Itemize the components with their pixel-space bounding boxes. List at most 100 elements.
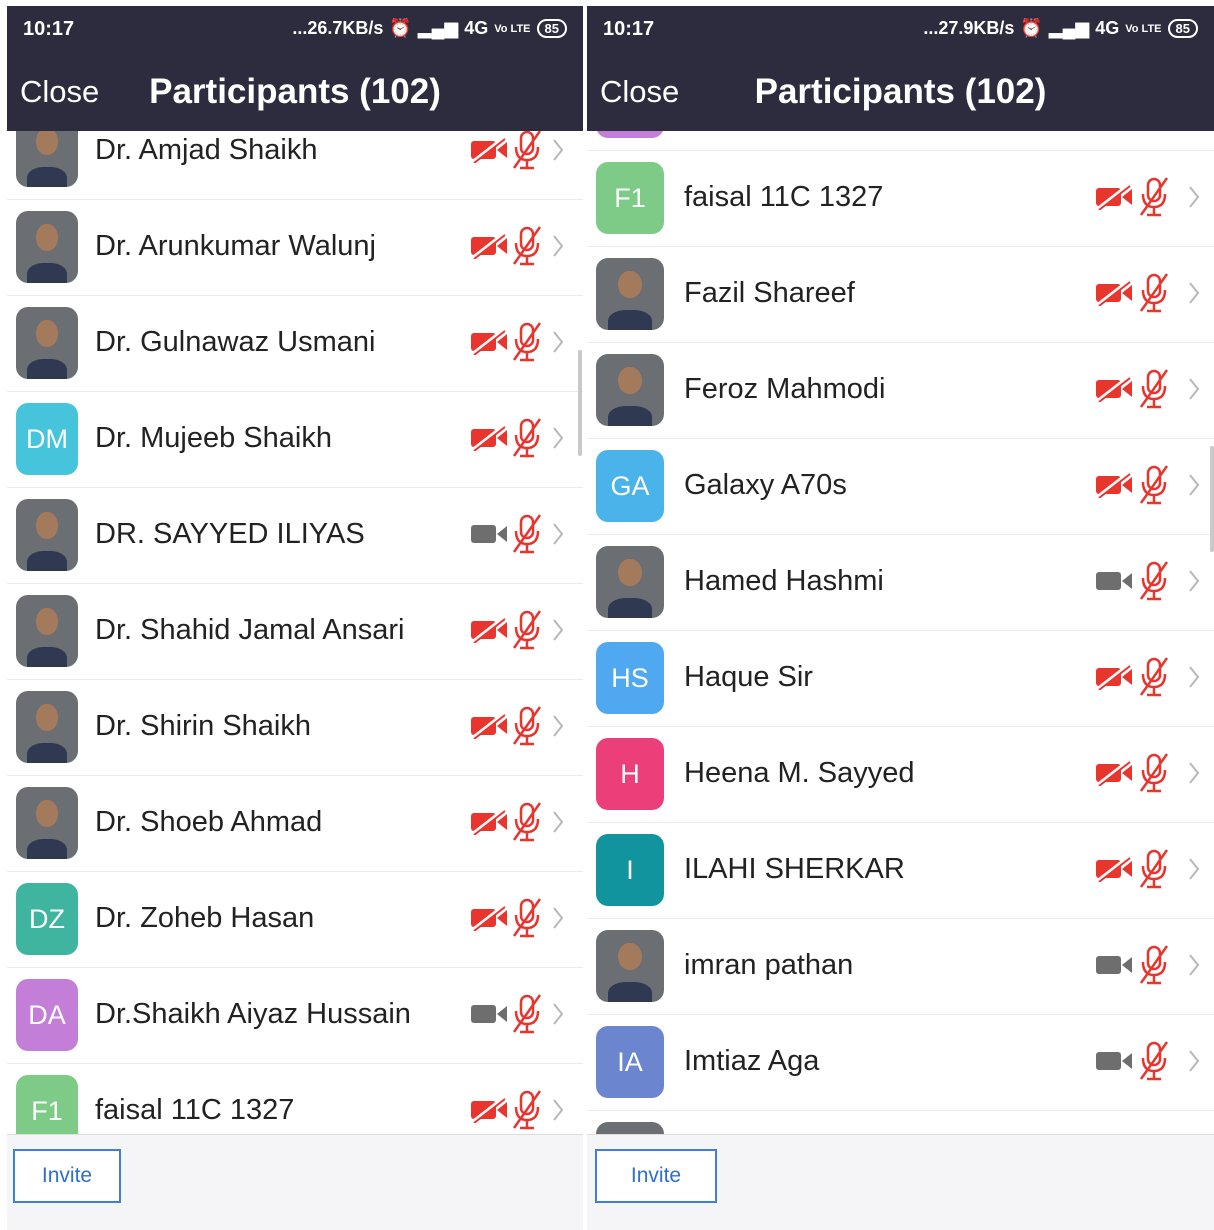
avatar-body-shape bbox=[27, 742, 67, 763]
video-on-icon bbox=[1096, 956, 1132, 974]
participant-row[interactable]: H Heena M. Sayyed bbox=[587, 726, 1214, 823]
chevron-right-icon[interactable] bbox=[1187, 664, 1201, 690]
avatar-initials: DZ bbox=[16, 883, 78, 955]
chevron-right-icon[interactable] bbox=[1187, 1048, 1201, 1074]
battery-icon: 85 bbox=[1167, 19, 1198, 38]
avatar-head-shape bbox=[36, 511, 58, 540]
avatar-head-shape bbox=[618, 366, 642, 395]
invite-button[interactable]: Invite bbox=[13, 1149, 121, 1203]
chevron-right-icon[interactable] bbox=[551, 137, 565, 163]
mic-muted-icon bbox=[1139, 273, 1169, 313]
chevron-right-icon[interactable] bbox=[551, 233, 565, 259]
participant-row[interactable]: F1 faisal 11C 1327 bbox=[7, 1063, 583, 1135]
participant-row[interactable]: F1 faisal 11C 1327 bbox=[587, 150, 1214, 247]
participant-row[interactable]: DM Dr. Mujeeb Shaikh bbox=[7, 391, 583, 488]
invite-button[interactable]: Invite bbox=[595, 1149, 717, 1203]
chevron-right-icon[interactable] bbox=[1187, 856, 1201, 882]
participant-row[interactable]: DR. SAYYED ILIYAS bbox=[7, 487, 583, 584]
participant-list[interactable]: Dr. Amjad Shaikh Dr. Arunkumar Walunj Dr. … bbox=[7, 131, 583, 1135]
status-indicators: ...26.7KB/s ⏰ ▂▄▆ 4G Vo LTE 85 bbox=[292, 18, 567, 39]
chevron-right-icon[interactable] bbox=[1187, 376, 1201, 402]
chevron-right-icon[interactable] bbox=[551, 713, 565, 739]
participant-row[interactable]: imran pathan bbox=[587, 918, 1214, 1015]
chevron-right-icon[interactable] bbox=[1187, 184, 1201, 210]
avatar-body-shape bbox=[27, 358, 67, 379]
chevron-right-icon[interactable] bbox=[551, 329, 565, 355]
chevron-right-icon[interactable] bbox=[1187, 472, 1201, 498]
participant-list[interactable]: F1 faisal 11C 1327 Fazil Shareef Feroz Mahm… bbox=[587, 131, 1214, 1135]
participant-row[interactable]: Dr. Shoeb Ahmad bbox=[7, 775, 583, 872]
participant-row[interactable]: DA Dr.Shaikh Aiyaz Hussain bbox=[7, 967, 583, 1064]
mic-muted-icon bbox=[512, 610, 542, 650]
avatar-body-shape bbox=[27, 166, 67, 187]
participant-name: Dr. Shirin Shaikh bbox=[95, 710, 311, 742]
participant-name: Haque Sir bbox=[684, 661, 813, 693]
mic-muted-icon bbox=[1139, 465, 1169, 505]
avatar-photo bbox=[16, 691, 78, 763]
participant-row[interactable]: GA Galaxy A70s bbox=[587, 438, 1214, 535]
mic-muted-icon bbox=[1139, 849, 1169, 889]
avatar-head-shape bbox=[36, 703, 58, 732]
chevron-right-icon[interactable] bbox=[1187, 280, 1201, 306]
video-off-icon bbox=[471, 137, 507, 163]
video-off-icon bbox=[471, 233, 507, 259]
video-off-icon bbox=[471, 617, 507, 643]
participant-row[interactable]: Fazil Shareef bbox=[587, 246, 1214, 343]
video-off-icon bbox=[471, 713, 507, 739]
mic-muted-icon bbox=[512, 514, 542, 554]
avatar-initials bbox=[596, 131, 664, 138]
avatar-initials: GA bbox=[596, 450, 664, 522]
scrollbar[interactable] bbox=[578, 350, 582, 456]
chevron-right-icon[interactable] bbox=[1187, 568, 1201, 594]
participant-row[interactable]: IA Imtiaz Aga bbox=[587, 1014, 1214, 1111]
mic-muted-icon bbox=[1139, 1041, 1169, 1081]
participant-row[interactable]: DZ Dr. Zoheb Hasan bbox=[7, 871, 583, 968]
footer: Invite bbox=[7, 1134, 583, 1230]
avatar-body-shape bbox=[27, 838, 67, 859]
avatar-body-shape bbox=[27, 262, 67, 283]
status-bar: 10:17 ...27.9KB/s ⏰ ▂▄▆ 4G Vo LTE 85 bbox=[587, 6, 1214, 54]
chevron-right-icon[interactable] bbox=[551, 425, 565, 451]
chevron-right-icon[interactable] bbox=[551, 809, 565, 835]
participant-row[interactable]: Dr. Shirin Shaikh bbox=[7, 679, 583, 776]
chevron-right-icon[interactable] bbox=[551, 905, 565, 931]
footer: Invite bbox=[587, 1134, 1214, 1230]
participant-row[interactable]: Dr. Shahid Jamal Ansari bbox=[7, 583, 583, 680]
avatar-initials: IA bbox=[596, 1026, 664, 1098]
participant-row[interactable] bbox=[587, 1110, 1214, 1135]
participant-row[interactable]: I ILAHI SHERKAR bbox=[587, 822, 1214, 919]
participant-row[interactable]: Feroz Mahmodi bbox=[587, 342, 1214, 439]
chevron-right-icon[interactable] bbox=[551, 1001, 565, 1027]
chevron-right-icon[interactable] bbox=[1187, 760, 1201, 786]
scrollbar[interactable] bbox=[1210, 446, 1214, 552]
avatar-photo bbox=[596, 930, 664, 1002]
participant-name: faisal 11C 1327 bbox=[95, 1094, 295, 1126]
chevron-right-icon[interactable] bbox=[551, 1097, 565, 1123]
participant-row[interactable]: Dr. Arunkumar Walunj bbox=[7, 199, 583, 296]
mic-muted-icon bbox=[512, 994, 542, 1034]
participant-name: Heena M. Sayyed bbox=[684, 757, 915, 789]
mic-muted-icon bbox=[1139, 657, 1169, 697]
chevron-right-icon[interactable] bbox=[551, 521, 565, 547]
avatar-head-shape bbox=[36, 319, 58, 348]
avatar-body-shape bbox=[27, 550, 67, 571]
participant-row[interactable]: Hamed Hashmi bbox=[587, 534, 1214, 631]
participant-name: Dr. Shoeb Ahmad bbox=[95, 806, 323, 838]
participant-name: imran pathan bbox=[684, 949, 854, 981]
chevron-right-icon[interactable] bbox=[551, 617, 565, 643]
status-time: 10:17 bbox=[23, 18, 75, 40]
participant-row[interactable]: HS Haque Sir bbox=[587, 630, 1214, 727]
avatar-photo bbox=[16, 131, 78, 187]
participant-name: Imtiaz Aga bbox=[684, 1045, 820, 1077]
avatar-photo bbox=[596, 354, 664, 426]
network-type: 4G bbox=[1095, 18, 1120, 38]
participant-name: Fazil Shareef bbox=[684, 277, 855, 309]
participant-row[interactable]: Dr. Gulnawaz Usmani bbox=[7, 295, 583, 392]
participant-name: Galaxy A70s bbox=[684, 469, 847, 501]
video-off-icon bbox=[1096, 664, 1132, 690]
avatar-body-shape bbox=[27, 646, 67, 667]
avatar-initials: DM bbox=[16, 403, 78, 475]
participant-row[interactable]: Dr. Amjad Shaikh bbox=[7, 131, 583, 200]
chevron-right-icon[interactable] bbox=[1187, 952, 1201, 978]
participant-row[interactable] bbox=[587, 131, 1214, 151]
